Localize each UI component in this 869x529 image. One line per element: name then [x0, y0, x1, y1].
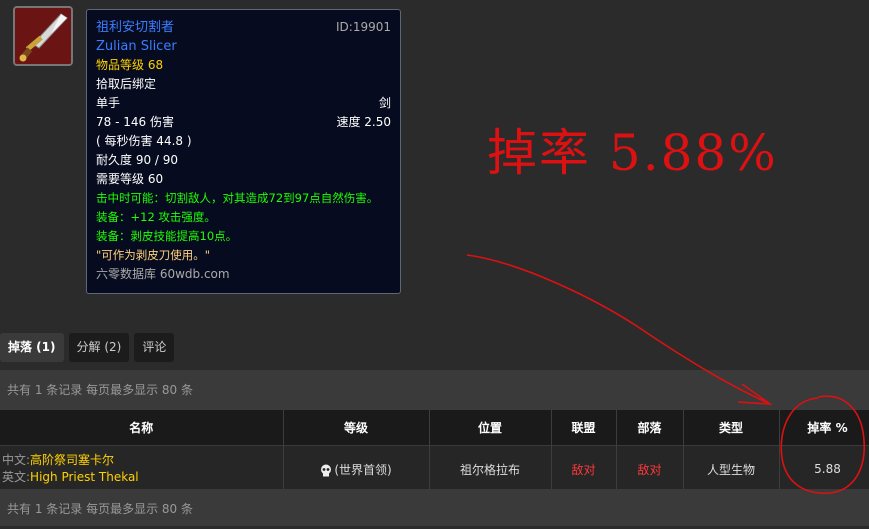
drop-rate-cell: 5.88	[779, 445, 869, 492]
item-name-cn: 祖利安切割者	[96, 20, 175, 35]
npc-location-cell[interactable]: 祖尔格拉布	[429, 445, 552, 492]
col-drop-rate[interactable]: 掉率 %	[779, 410, 869, 446]
item-durability: 耐久度 90 / 90	[96, 153, 179, 167]
item-weapon-type: 剑	[378, 96, 391, 110]
records-info-bottom: 共有 1 条记录 每页最多显示 80 条	[0, 489, 869, 526]
item-name-en: Zulian Slicer	[96, 39, 177, 54]
col-horde[interactable]: 部落	[616, 410, 684, 446]
item-speed: 速度 2.50	[336, 115, 391, 129]
col-alliance[interactable]: 联盟	[551, 410, 617, 446]
item-level: 物品等级 68	[96, 58, 164, 72]
item-source: 六零数据库 60wdb.com	[96, 267, 230, 281]
item-effect-equip-1: 装备：+12 攻击强度。	[96, 210, 216, 224]
alliance-reaction: 敌对	[551, 445, 617, 492]
tab-comments[interactable]: 评论	[134, 333, 175, 362]
item-dps: ( 每秒伤害 44.8 )	[96, 134, 192, 148]
tab-drops[interactable]: 掉落 (1)	[0, 333, 64, 362]
item-effect-equip-2: 装备：剥皮技能提高10点。	[96, 229, 238, 243]
npc-name-en-link[interactable]: High Priest Thekal	[30, 470, 139, 484]
records-info-top: 共有 1 条记录 每页最多显示 80 条	[0, 370, 869, 410]
skull-icon	[321, 464, 332, 476]
col-type[interactable]: 类型	[683, 410, 780, 446]
npc-name-cn-link[interactable]: 高阶祭司塞卡尔	[30, 453, 114, 467]
npc-type-cell: 人型生物	[683, 445, 780, 492]
npc-level-cell: (世界首领)	[283, 445, 430, 492]
tab-bar: 掉落 (1) 分解 (2) 评论	[0, 333, 175, 362]
item-req-level: 需要等级 60	[96, 172, 164, 186]
table-header-row: 名称 等级 位置 联盟 部落 类型 掉率 %	[0, 410, 869, 446]
drop-table: 名称 等级 位置 联盟 部落 类型 掉率 % 中文:高阶祭司塞卡尔 英文:Hig…	[0, 410, 869, 492]
col-name[interactable]: 名称	[0, 410, 284, 446]
item-id: ID:19901	[336, 20, 391, 34]
item-icon[interactable]	[13, 6, 73, 66]
col-level[interactable]: 等级	[283, 410, 430, 446]
horde-reaction: 敌对	[616, 445, 684, 492]
item-damage: 78 - 146 伤害	[96, 115, 174, 129]
item-bind: 拾取后绑定	[96, 77, 157, 91]
item-flavor-text: "可作为剥皮刀使用。"	[96, 248, 211, 262]
lang-label-en: 英文:	[2, 470, 31, 484]
table-row: 中文:高阶祭司塞卡尔 英文:High Priest Thekal (世界首领) …	[0, 445, 869, 492]
item-tooltip: 祖利安切割者 ID:19901 Zulian Slicer 物品等级 68 拾取…	[86, 9, 401, 294]
sword-icon	[15, 8, 71, 64]
col-location[interactable]: 位置	[429, 410, 552, 446]
npc-level: (世界首领)	[334, 462, 392, 477]
tab-disenchant[interactable]: 分解 (2)	[68, 333, 130, 362]
item-slot: 单手	[96, 96, 121, 110]
item-effect-chance: 击中时可能：切割敌人，对其造成72到97点自然伤害。	[96, 191, 379, 205]
lang-label-cn: 中文:	[2, 453, 31, 467]
npc-name-cell: 中文:高阶祭司塞卡尔 英文:High Priest Thekal	[0, 445, 284, 492]
drop-rate-annotation: 掉率 5.88%	[487, 124, 778, 182]
